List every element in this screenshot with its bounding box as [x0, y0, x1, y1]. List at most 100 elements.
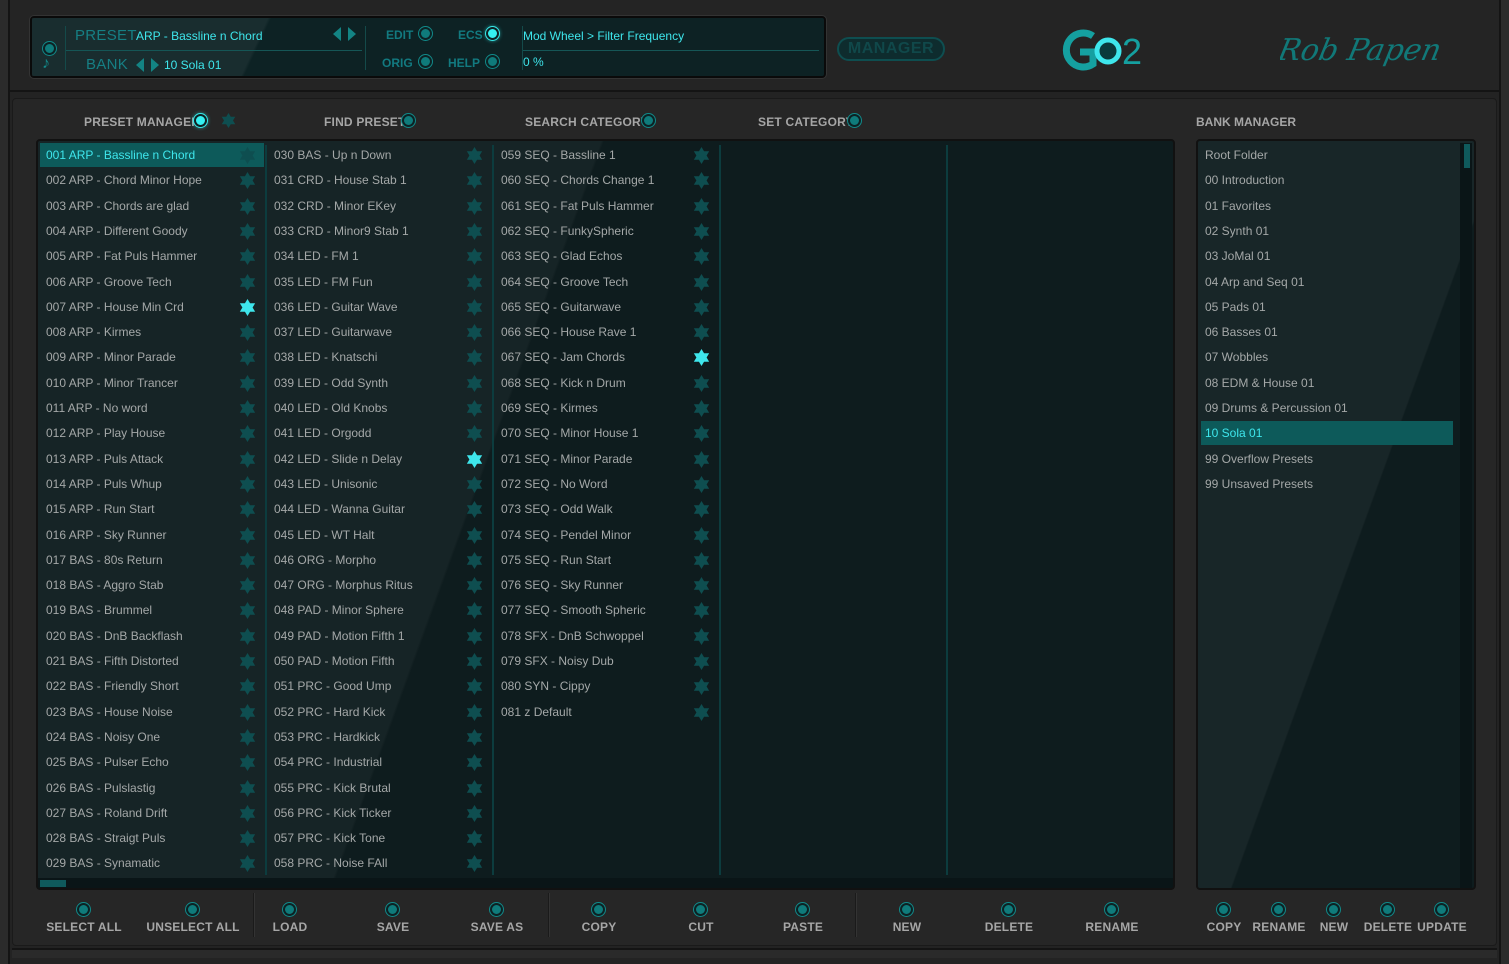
preset-row[interactable]: 073 SEQ - Odd Walk — [495, 497, 718, 521]
bank-row[interactable]: 00 Introduction — [1201, 168, 1453, 192]
preset-row[interactable]: 030 BAS - Up n Down — [268, 143, 491, 167]
preset-row[interactable]: 072 SEQ - No Word — [495, 472, 718, 496]
ecs-button[interactable] — [486, 27, 499, 40]
favorite-star-icon[interactable] — [239, 501, 256, 519]
favorite-star-icon[interactable] — [466, 653, 483, 670]
preset-row[interactable]: 010 ARP - Minor Trancer — [40, 371, 264, 395]
preset-row[interactable]: 032 CRD - Minor EKey — [268, 194, 491, 218]
preset-row[interactable]: 002 ARP - Chord Minor Hope — [40, 168, 264, 192]
preset-row[interactable]: 036 LED - Guitar Wave — [268, 295, 491, 319]
favorite-star-icon[interactable] — [239, 400, 256, 417]
preset-row[interactable]: 060 SEQ - Chords Change 1 — [495, 168, 718, 192]
preset-row[interactable]: 064 SEQ - Groove Tech — [495, 270, 718, 294]
preset-row[interactable]: 077 SEQ - Smooth Spheric — [495, 598, 718, 622]
preset-row[interactable]: 074 SEQ - Pendel Minor — [495, 523, 718, 547]
preset-row[interactable]: 055 PRC - Kick Brutal — [268, 776, 491, 800]
favorite-star-icon[interactable] — [693, 526, 710, 544]
preset-unselect-all-button[interactable]: UNSELECT ALL — [143, 903, 243, 939]
favorite-star-icon[interactable] — [466, 298, 483, 316]
favorite-star-icon[interactable] — [693, 197, 710, 215]
favorite-star-icon[interactable] — [693, 400, 710, 417]
preset-save-as-button[interactable]: SAVE AS — [447, 903, 547, 939]
favorite-star-icon[interactable] — [466, 577, 483, 595]
bank-update-button[interactable]: UPDATE — [1392, 903, 1492, 939]
favorite-star-active-icon[interactable] — [239, 298, 256, 316]
bank-row[interactable]: 06 Basses 01 — [1201, 320, 1453, 344]
favorite-star-icon[interactable] — [466, 197, 483, 215]
favorite-star-icon[interactable] — [466, 324, 483, 342]
preset-row[interactable]: 080 SYN - Cippy — [495, 674, 718, 698]
preset-rename-button[interactable]: RENAME — [1062, 903, 1162, 939]
preset-row[interactable]: 023 BAS - House Noise — [40, 700, 264, 724]
preset-row[interactable]: 051 PRC - Good Ump — [268, 674, 491, 698]
preset-select-all-button[interactable]: SELECT ALL — [34, 903, 134, 939]
preset-row[interactable]: 056 PRC - Kick Ticker — [268, 801, 491, 825]
preset-row[interactable]: 026 BAS - Pulslastig — [40, 776, 264, 800]
favorite-star-icon[interactable] — [466, 425, 483, 443]
preset-row[interactable]: 044 LED - Wanna Guitar — [268, 497, 491, 521]
find-preset-toggle[interactable] — [402, 114, 415, 127]
preset-row[interactable]: 037 LED - Guitarwave — [268, 320, 491, 344]
favorite-star-icon[interactable] — [466, 501, 483, 519]
bank-row[interactable]: Root Folder — [1201, 143, 1453, 167]
favorite-star-icon[interactable] — [693, 627, 710, 645]
favorite-star-icon[interactable] — [239, 754, 256, 772]
preset-row[interactable]: 054 PRC - Industrial — [268, 750, 491, 774]
preset-row[interactable]: 017 BAS - 80s Return — [40, 548, 264, 572]
favorite-star-icon[interactable] — [693, 577, 710, 595]
bank-row[interactable]: 02 Synth 01 — [1201, 219, 1453, 243]
preset-row[interactable]: 046 ORG - Morpho — [268, 548, 491, 572]
preset-row[interactable]: 022 BAS - Friendly Short — [40, 674, 264, 698]
vertical-scrollbar[interactable] — [1460, 143, 1472, 888]
manager-button[interactable]: MANAGER — [837, 37, 945, 61]
favorite-star-icon[interactable] — [239, 475, 256, 493]
favorites-filter-star-icon[interactable] — [221, 113, 236, 128]
bank-row[interactable]: 10 Sola 01 — [1201, 421, 1453, 446]
bank-next-arrow-icon[interactable] — [151, 58, 159, 72]
help-button[interactable] — [486, 55, 499, 68]
favorite-star-active-icon[interactable] — [466, 450, 483, 468]
favorite-star-icon[interactable] — [239, 830, 256, 848]
favorite-star-icon[interactable] — [239, 172, 256, 190]
bank-row[interactable]: 01 Favorites — [1201, 194, 1453, 218]
favorite-star-icon[interactable] — [239, 703, 256, 721]
preset-row[interactable]: 076 SEQ - Sky Runner — [495, 573, 718, 597]
horizontal-scrollbar[interactable] — [38, 878, 1173, 888]
preset-row[interactable]: 058 PRC - Noise FAll — [268, 851, 491, 875]
favorite-star-icon[interactable] — [466, 754, 483, 772]
favorite-star-icon[interactable] — [239, 324, 256, 342]
orig-button[interactable] — [419, 55, 432, 68]
midi-learn-toggle[interactable] — [43, 42, 56, 55]
preset-row[interactable]: 067 SEQ - Jam Chords — [495, 345, 718, 369]
favorite-star-icon[interactable] — [466, 349, 483, 367]
favorite-star-icon[interactable] — [239, 222, 256, 240]
favorite-star-icon[interactable] — [466, 728, 483, 746]
favorite-star-icon[interactable] — [239, 450, 256, 468]
preset-load-button[interactable]: LOAD — [240, 903, 340, 939]
bank-row[interactable]: 08 EDM & House 01 — [1201, 371, 1453, 395]
favorite-star-icon[interactable] — [466, 400, 483, 417]
favorite-star-icon[interactable] — [693, 248, 710, 266]
favorite-star-icon[interactable] — [693, 222, 710, 240]
favorite-star-icon[interactable] — [466, 602, 483, 620]
favorite-star-icon[interactable] — [466, 678, 483, 696]
favorite-star-icon[interactable] — [693, 653, 710, 670]
favorite-star-icon[interactable] — [693, 602, 710, 620]
preset-row[interactable]: 063 SEQ - Glad Echos — [495, 244, 718, 268]
bank-prev-arrow-icon[interactable] — [136, 58, 144, 72]
favorite-star-icon[interactable] — [466, 222, 483, 240]
preset-row[interactable]: 012 ARP - Play House — [40, 421, 264, 445]
preset-paste-button[interactable]: PASTE — [753, 903, 853, 939]
favorite-star-icon[interactable] — [693, 425, 710, 443]
favorite-star-icon[interactable] — [693, 475, 710, 493]
favorite-star-icon[interactable] — [466, 830, 483, 848]
preset-row[interactable]: 028 BAS - Straigt Puls — [40, 826, 264, 850]
horizontal-scrollbar-thumb[interactable] — [40, 880, 66, 887]
preset-row[interactable]: 075 SEQ - Run Start — [495, 548, 718, 572]
favorite-star-icon[interactable] — [466, 374, 483, 392]
preset-row[interactable]: 033 CRD - Minor9 Stab 1 — [268, 219, 491, 243]
preset-row[interactable]: 024 BAS - Noisy One — [40, 725, 264, 749]
preset-row[interactable]: 014 ARP - Puls Whup — [40, 472, 264, 496]
favorite-star-icon[interactable] — [239, 804, 256, 822]
edit-button[interactable] — [419, 27, 432, 40]
